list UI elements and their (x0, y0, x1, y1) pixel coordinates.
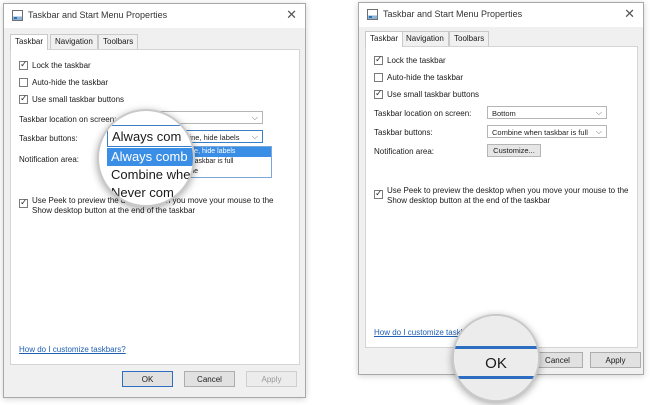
title-bar: Taskbar and Start Menu Properties ✕ (4, 4, 305, 28)
chevron-down-icon: ⌵ (595, 108, 602, 117)
lock-taskbar-label: Lock the taskbar (32, 61, 91, 70)
notification-area-label: Notification area: (19, 155, 80, 164)
zoomed-option: Always comb (107, 148, 193, 166)
notification-area-label: Notification area: (374, 147, 435, 156)
window-title: Taskbar and Start Menu Properties (383, 9, 523, 19)
chevron-down-icon: ⌵ (251, 113, 258, 122)
auto-hide-checkbox[interactable] (374, 73, 383, 82)
location-label: Taskbar location on screen: (374, 109, 472, 118)
location-select[interactable]: Bottom ⌵ (487, 106, 607, 119)
lock-taskbar-checkbox[interactable] (19, 59, 28, 70)
zoomed-ok-button[interactable]: OK (454, 355, 538, 372)
peek-label: Use Peek to preview the desktop when you… (387, 186, 629, 205)
window-title: Taskbar and Start Menu Properties (28, 10, 168, 20)
tab-taskbar[interactable]: Taskbar (365, 31, 404, 47)
taskbar-buttons-label: Taskbar buttons: (19, 134, 78, 143)
magnifier-dropdown-zoom: Always com Always comb Combine whe Never… (97, 109, 195, 207)
zoomed-option: Never com (111, 185, 174, 200)
auto-hide-label: Auto-hide the taskbar (32, 78, 109, 87)
close-icon[interactable]: ✕ (286, 7, 297, 23)
small-buttons-checkbox[interactable] (19, 93, 28, 104)
zoomed-button-border-top (454, 346, 538, 349)
chevron-down-icon: ⌵ (251, 132, 258, 141)
small-buttons-label: Use small taskbar buttons (32, 95, 125, 104)
cancel-button[interactable]: Cancel (184, 371, 235, 387)
taskbar-app-icon (12, 10, 23, 21)
location-label: Taskbar location on screen: (19, 115, 117, 124)
lock-taskbar-checkbox[interactable] (374, 54, 383, 65)
tab-toolbars[interactable]: Toolbars (449, 31, 490, 46)
peek-checkbox[interactable] (19, 197, 28, 208)
zoomed-button-border-bottom (454, 376, 538, 379)
taskbar-buttons-label: Taskbar buttons: (374, 128, 433, 137)
apply-button[interactable]: Apply (590, 352, 641, 368)
help-link[interactable]: How do I customize taskbars? (19, 345, 126, 354)
small-buttons-checkbox[interactable] (374, 88, 383, 99)
auto-hide-label: Auto-hide the taskbar (387, 73, 464, 82)
taskbar-buttons-select[interactable]: Combine when taskbar is full ⌵ (487, 125, 607, 138)
chevron-down-icon: ⌵ (595, 127, 602, 136)
auto-hide-checkbox[interactable] (19, 78, 28, 87)
title-bar: Taskbar and Start Menu Properties ✕ (359, 3, 643, 27)
apply-button[interactable]: Apply (246, 371, 297, 387)
peek-checkbox[interactable] (374, 188, 383, 199)
taskbar-buttons-select-value: Combine when taskbar is full (492, 128, 588, 137)
tab-toolbars[interactable]: Toolbars (98, 34, 139, 49)
ok-button[interactable]: OK (122, 371, 173, 387)
zoomed-option: Combine whe (111, 167, 191, 182)
lock-taskbar-label: Lock the taskbar (387, 56, 446, 65)
zoomed-taskbar-buttons-select: Always com (107, 125, 193, 147)
close-icon[interactable]: ✕ (624, 6, 635, 22)
taskbar-app-icon (367, 9, 378, 20)
customize-button[interactable]: Customize... (487, 144, 541, 157)
tab-taskbar[interactable]: Taskbar (10, 34, 49, 50)
location-select-value: Bottom (492, 109, 516, 118)
small-buttons-label: Use small taskbar buttons (387, 90, 480, 99)
tab-navigation[interactable]: Navigation (401, 31, 449, 46)
magnifier-ok-zoom: OK (452, 314, 540, 402)
help-link[interactable]: How do I customize taskb (374, 328, 465, 337)
tab-navigation[interactable]: Navigation (50, 34, 98, 49)
